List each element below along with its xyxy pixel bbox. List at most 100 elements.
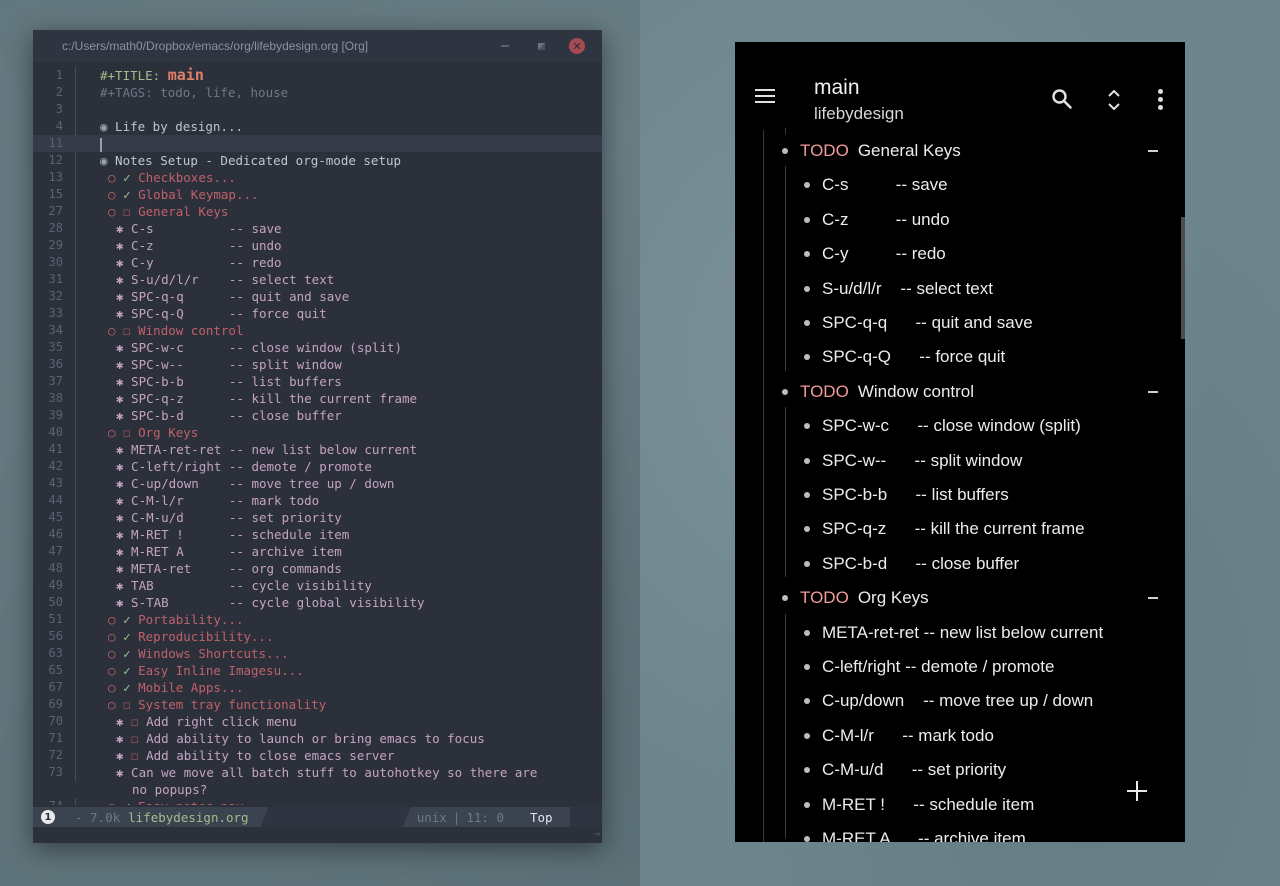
editor-line[interactable]: 69 ○ ☐ System tray functionality (33, 696, 602, 713)
collapse-icon[interactable] (1148, 150, 1158, 152)
editor-line[interactable]: 72 ✱ ☐ Add ability to close emacs server (33, 747, 602, 764)
editor-line[interactable]: 31 ✱ S-u/d/l/r -- select text (33, 271, 602, 288)
editor-line[interactable]: 71 ✱ ☐ Add ability to launch or bring ema… (33, 730, 602, 747)
outline-heading[interactable]: TODO General Keys (735, 134, 1175, 168)
outline-note[interactable]: C-up/down -- move tree up / down (735, 684, 1175, 718)
editor-line[interactable]: 3 (33, 101, 602, 118)
outline-note[interactable]: C-z -- undo (735, 203, 1175, 237)
outline-note[interactable]: SPC-b-d -- close buffer (735, 547, 1175, 581)
outline-heading[interactable]: TODO Window control (735, 375, 1175, 409)
editor-line[interactable]: 35 ✱ SPC-w-c -- close window (split) (33, 339, 602, 356)
minimize-icon[interactable] (497, 38, 513, 54)
editor-line[interactable]: 47 ✱ M-RET A -- archive item (33, 543, 602, 560)
emacs-titlebar[interactable]: c:/Users/math0/Dropbox/emacs/org/lifebyd… (33, 30, 602, 62)
editor-line[interactable]: 32 ✱ SPC-q-q -- quit and save (33, 288, 602, 305)
editor-line[interactable]: 48 ✱ META-ret -- org commands (33, 560, 602, 577)
collapse-icon[interactable] (1148, 597, 1158, 600)
outline-list[interactable]: TODO General Keys C-s -- save C-z -- undo C-… (735, 128, 1185, 842)
bullet-icon[interactable] (804, 423, 810, 430)
menu-icon[interactable] (755, 89, 775, 107)
editor-line[interactable]: 34 ○ ☐ Window control (33, 322, 602, 339)
add-icon[interactable] (1127, 781, 1147, 801)
bullet-icon[interactable] (804, 526, 810, 533)
editor-line[interactable]: 15 ○ ✓ Global Keymap... (33, 186, 602, 203)
bullet-icon[interactable] (804, 216, 810, 223)
editor-line[interactable]: 70 ✱ ☐ Add right click menu (33, 713, 602, 730)
bullet-icon[interactable] (804, 836, 810, 842)
editor-line[interactable]: 30 ✱ C-y -- redo (33, 254, 602, 271)
editor-line[interactable]: 28 ✱ C-s -- save (33, 220, 602, 237)
outline-heading[interactable]: TODO Org Keys (735, 581, 1175, 615)
editor-line[interactable]: 51 ○ ✓ Portability... (33, 611, 602, 628)
editor-line[interactable]: 67 ○ ✓ Mobile Apps... (33, 679, 602, 696)
editor-line[interactable]: 56 ○ ✓ Reproducibility... (33, 628, 602, 645)
close-icon[interactable]: ✕ (569, 38, 585, 54)
editor-line[interactable]: 43 ✱ C-up/down -- move tree up / down (33, 475, 602, 492)
editor-line[interactable]: 73 ✱ Can we move all batch stuff to autoh… (33, 764, 602, 781)
outline-note[interactable]: S-u/d/l/r -- select text (735, 272, 1175, 306)
editor-line[interactable]: 45 ✱ C-M-u/d -- set priority (33, 509, 602, 526)
more-vert-icon[interactable] (1156, 89, 1164, 111)
editor-line[interactable]: 4 ◉ Life by design... (33, 118, 602, 135)
bullet-icon[interactable] (804, 457, 810, 464)
outline-note[interactable]: C-s -- save (735, 168, 1175, 202)
bullet-icon[interactable] (782, 388, 788, 395)
outline-note[interactable]: SPC-w-- -- split window (735, 444, 1175, 478)
minibuffer[interactable]: → (33, 827, 602, 843)
bullet-icon[interactable] (804, 182, 810, 189)
maximize-icon[interactable] (533, 38, 549, 54)
collapse-icon[interactable] (1148, 390, 1158, 393)
editor-line[interactable]: 1 #+TITLE: main (33, 67, 602, 84)
editor-line[interactable]: 27 ○ ☐ General Keys (33, 203, 602, 220)
editor-line[interactable]: 65 ○ ✓ Easy Inline Imagesu... (33, 662, 602, 679)
editor-line[interactable]: 46 ✱ M-RET ! -- schedule item (33, 526, 602, 543)
bullet-icon[interactable] (782, 595, 788, 602)
outline-note[interactable]: SPC-q-Q -- force quit (735, 340, 1175, 374)
editor-buffer[interactable]: 1 #+TITLE: main 2 #+TAGS: todo, life, house… (33, 62, 602, 805)
bullet-icon[interactable] (782, 148, 788, 154)
bullet-icon[interactable] (804, 251, 810, 258)
search-icon[interactable] (1051, 88, 1073, 110)
bullet-icon[interactable] (804, 767, 810, 774)
outline-note[interactable]: C-M-u/d -- set priority (735, 753, 1175, 787)
editor-line[interactable]: 63 ○ ✓ Windows Shortcuts... (33, 645, 602, 662)
editor-line[interactable]: 13 ○ ✓ Checkboxes... (33, 169, 602, 186)
bullet-icon[interactable] (804, 492, 810, 498)
bullet-icon[interactable] (804, 320, 810, 326)
outline-note[interactable]: M-RET A -- archive item (735, 822, 1175, 842)
bullet-icon[interactable] (804, 698, 810, 705)
expand-collapse-icon[interactable] (1106, 88, 1122, 112)
editor-line[interactable]: 2 #+TAGS: todo, life, house (33, 84, 602, 101)
scrollbar[interactable] (1181, 217, 1185, 339)
editor-line[interactable]: 38 ✱ SPC-q-z -- kill the current frame (33, 390, 602, 407)
editor-line[interactable]: 42 ✱ C-left/right -- demote / promote (33, 458, 602, 475)
editor-line[interactable]: 44 ✱ C-M-l/r -- mark todo (33, 492, 602, 509)
outline-note[interactable]: SPC-b-b -- list buffers (735, 478, 1175, 512)
editor-line[interactable]: no popups? (33, 781, 602, 798)
editor-line[interactable]: 49 ✱ TAB -- cycle visibility (33, 577, 602, 594)
outline-note[interactable]: META-ret-ret -- new list below current (735, 616, 1175, 650)
bullet-icon[interactable] (804, 285, 810, 292)
outline-note[interactable]: C-y -- redo (735, 237, 1175, 271)
editor-line[interactable]: 39 ✱ SPC-b-d -- close buffer (33, 407, 602, 424)
bullet-icon[interactable] (804, 664, 810, 670)
editor-line[interactable]: 36 ✱ SPC-w-- -- split window (33, 356, 602, 373)
editor-line[interactable]: 29 ✱ C-z -- undo (33, 237, 602, 254)
editor-line[interactable]: 41 ✱ META-ret-ret -- new list below curre… (33, 441, 602, 458)
outline-note[interactable]: C-left/right -- demote / promote (735, 650, 1175, 684)
bullet-icon[interactable] (804, 629, 810, 636)
editor-line[interactable]: 33 ✱ SPC-q-Q -- force quit (33, 305, 602, 322)
editor-line[interactable]: 50 ✱ S-TAB -- cycle global visibility (33, 594, 602, 611)
outline-note[interactable]: M-RET ! -- schedule item (735, 788, 1175, 822)
editor-line[interactable]: 74 ○ ✓ Easy notes nav (33, 798, 602, 805)
outline-note[interactable]: SPC-w-c -- close window (split) (735, 409, 1175, 443)
bullet-icon[interactable] (804, 801, 810, 808)
bullet-icon[interactable] (804, 560, 810, 567)
bullet-icon[interactable] (804, 354, 810, 361)
outline-note[interactable]: SPC-q-q -- quit and save (735, 306, 1175, 340)
outline-note[interactable]: SPC-q-z -- kill the current frame (735, 512, 1175, 546)
outline-note[interactable]: C-M-l/r -- mark todo (735, 719, 1175, 753)
editor-line[interactable]: 12 ◉ Notes Setup - Dedicated org-mode set… (33, 152, 602, 169)
bullet-icon[interactable] (804, 732, 810, 739)
editor-line[interactable]: 11 (33, 135, 602, 152)
